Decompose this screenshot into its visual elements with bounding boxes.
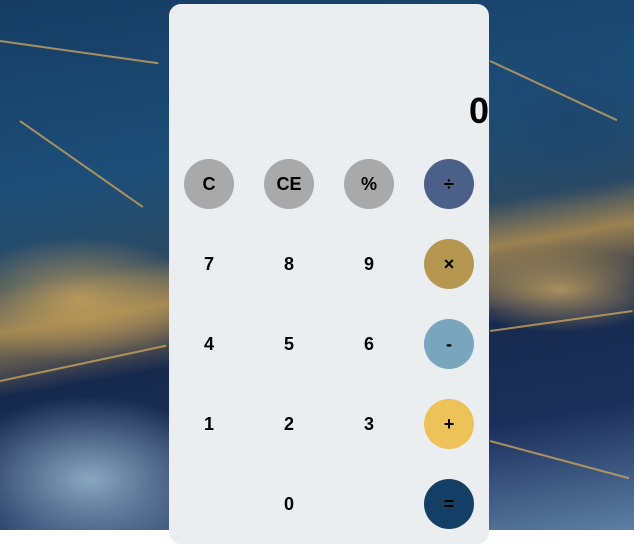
digit-2-button[interactable]: 2 xyxy=(264,399,314,449)
calculator-display: 0 xyxy=(468,90,489,131)
clear-entry-button[interactable]: CE xyxy=(264,159,314,209)
equals-button[interactable]: = xyxy=(424,479,474,529)
digit-3-button[interactable]: 3 xyxy=(344,399,394,449)
gold-vein xyxy=(489,309,633,332)
divide-button[interactable]: ÷ xyxy=(424,159,474,209)
gold-vein xyxy=(19,120,144,208)
digit-6-button[interactable]: 6 xyxy=(344,319,394,369)
clear-button[interactable]: C xyxy=(184,159,234,209)
gold-vein xyxy=(0,344,167,382)
digit-1-button[interactable]: 1 xyxy=(184,399,234,449)
calculator-panel: 0 C CE % ÷ 7 8 9 × 4 5 6 - 1 2 3 + 0 = xyxy=(169,4,489,544)
gold-vein xyxy=(0,40,159,65)
digit-5-button[interactable]: 5 xyxy=(264,319,314,369)
multiply-button[interactable]: × xyxy=(424,239,474,289)
add-button[interactable]: + xyxy=(424,399,474,449)
digit-8-button[interactable]: 8 xyxy=(264,239,314,289)
digit-4-button[interactable]: 4 xyxy=(184,319,234,369)
digit-7-button[interactable]: 7 xyxy=(184,239,234,289)
digit-0-button[interactable]: 0 xyxy=(264,479,314,529)
percent-button[interactable]: % xyxy=(344,159,394,209)
gold-vein xyxy=(489,60,618,122)
subtract-button[interactable]: - xyxy=(424,319,474,369)
digit-9-button[interactable]: 9 xyxy=(344,239,394,289)
gold-vein xyxy=(489,440,630,480)
